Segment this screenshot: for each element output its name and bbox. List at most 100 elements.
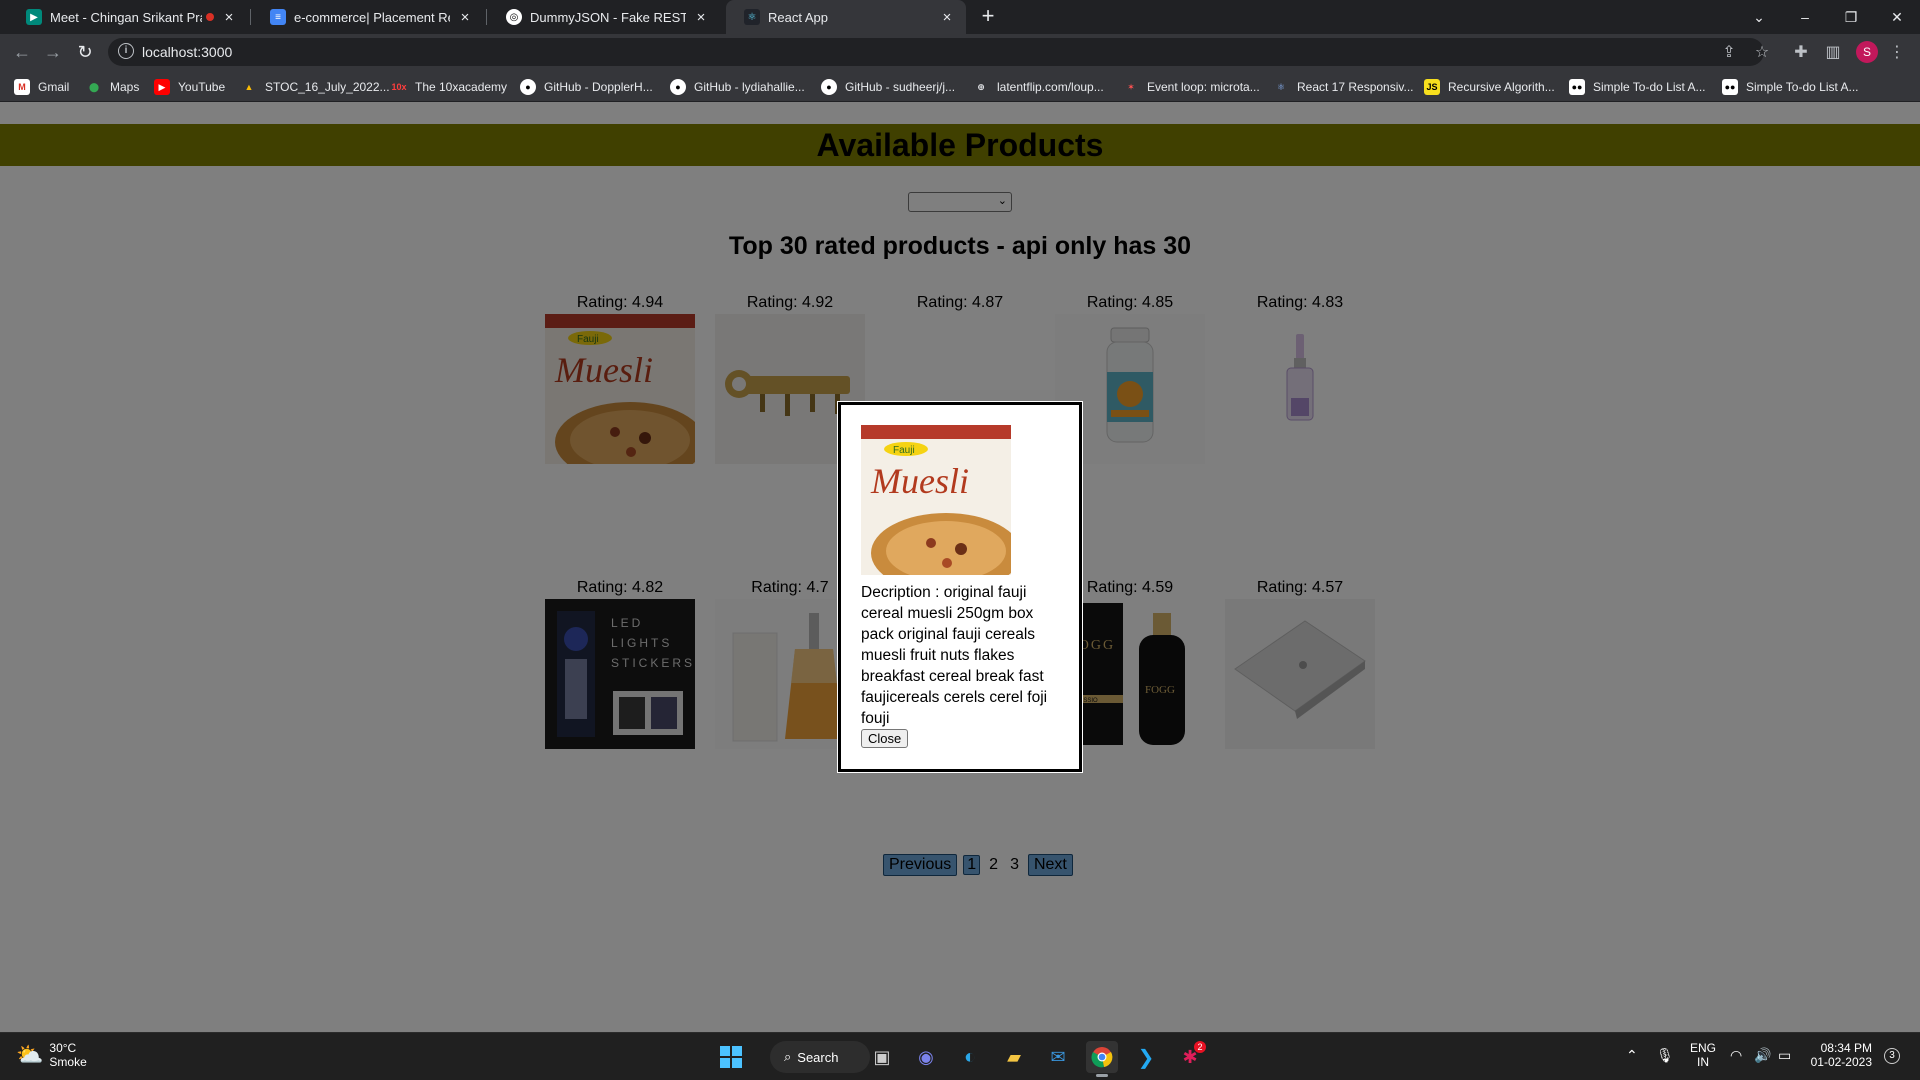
clock[interactable]: 08:34 PM 01-02-2023 [1810, 1041, 1872, 1069]
drive-icon: ▲ [244, 82, 254, 92]
windows-taskbar: ⛅ 30°C Smoke ⌕ Search ▣ ◉ ◐ ▰ ✉ ❯ ✱ 2 ⌃ … [0, 1032, 1920, 1080]
weather-cloud-icon: ⛅ [16, 1042, 44, 1067]
windows-start-icon[interactable] [715, 1041, 747, 1073]
reload-button[interactable]: ↻ [73, 40, 97, 64]
bookmark-label: Recursive Algorith... [1448, 80, 1555, 94]
battery-icon[interactable]: ▭ [1778, 1047, 1791, 1064]
modal-backdrop[interactable]: Fauji Muesli Decription : original fauji… [0, 102, 1920, 1032]
bookmark-latentflip[interactable]: ⊕ latentflip.com/loup... [973, 78, 1104, 96]
side-panel-icon[interactable]: ▥ [1821, 40, 1845, 64]
chrome-icon[interactable] [1086, 1041, 1118, 1077]
medium-icon: ●● [1569, 79, 1585, 95]
tab-dummyjson[interactable]: ◎ DummyJSON - Fake REST API of JSON data… [488, 0, 720, 34]
bookmark-10xacademy[interactable]: 10x The 10xacademy [391, 78, 507, 96]
github-icon: ● [821, 79, 837, 95]
bookmark-todo-2[interactable]: ●● Simple To-do List A... [1722, 78, 1859, 96]
bookmark-label: Event loop: microta... [1147, 80, 1260, 94]
dummyjson-icon: ◎ [506, 9, 522, 25]
product-detail-modal: Fauji Muesli Decription : original fauji… [837, 401, 1083, 773]
site-info-icon[interactable]: i [118, 43, 134, 59]
github-icon: ● [670, 79, 686, 95]
bookmark-star-icon[interactable]: ☆ [1750, 40, 1774, 64]
bookmark-github-lydia[interactable]: ● GitHub - lydiahallie... [670, 78, 805, 96]
window-close-button[interactable]: ✕ [1874, 0, 1920, 34]
bookmark-gmail[interactable]: M Gmail [14, 78, 69, 96]
close-icon[interactable]: × [692, 8, 710, 26]
bookmark-react17[interactable]: ⚛ React 17 Responsiv... [1273, 78, 1414, 96]
language-indicator[interactable]: ENG IN [1690, 1041, 1716, 1069]
google-meet-icon: ▶ [26, 9, 42, 25]
bookmark-youtube[interactable]: ▶ YouTube [154, 78, 225, 96]
share-icon[interactable]: ⇪ [1717, 40, 1741, 64]
task-view-icon[interactable]: ▣ [866, 1041, 898, 1073]
close-icon[interactable]: × [938, 8, 956, 26]
bookmark-label: Maps [110, 80, 140, 94]
search-icon: ⌕ [784, 1049, 792, 1064]
tab-title: React App [768, 9, 828, 25]
profile-avatar[interactable]: S [1856, 41, 1878, 63]
bookmark-label: latentflip.com/loup... [997, 80, 1104, 94]
bookmark-label: STOC_16_July_2022... [265, 80, 390, 94]
bookmarks-bar: M Gmail ⬤ Maps ▶ YouTube ▲ STOC_16_July_2022… [0, 70, 1920, 102]
slack-icon[interactable]: ✱ 2 [1174, 1041, 1206, 1073]
modal-product-image: Fauji Muesli [861, 425, 1011, 575]
tab-meet[interactable]: ▶ Meet - Chingan Srikant Prakash × [8, 0, 248, 34]
extensions-icon[interactable]: ✚ [1789, 40, 1813, 64]
notification-center[interactable]: 3 [1884, 1048, 1900, 1064]
tab-react-app[interactable]: ⚛ React App × [726, 0, 966, 34]
weather-condition: Smoke [49, 1055, 87, 1069]
bookmark-label: GitHub - lydiahallie... [694, 80, 805, 94]
bookmark-recursive[interactable]: JS Recursive Algorith... [1424, 78, 1555, 96]
restore-button[interactable]: ❐ [1828, 0, 1874, 34]
bookmark-stoc[interactable]: ▲ STOC_16_July_2022... [241, 78, 390, 96]
file-explorer-icon[interactable]: ▰ [998, 1041, 1030, 1073]
weather-widget[interactable]: ⛅ 30°C Smoke [16, 1041, 87, 1069]
tab-search-button[interactable]: ⌄ [1736, 0, 1782, 34]
bookmark-label: React 17 Responsiv... [1297, 80, 1414, 94]
tab-separator [250, 9, 251, 25]
menu-icon[interactable]: ⋮ [1885, 40, 1909, 64]
wifi-icon[interactable]: ◠ [1730, 1047, 1742, 1064]
url-text: localhost:3000 [142, 44, 233, 60]
bookmark-event-loop[interactable]: ✶ Event loop: microta... [1123, 78, 1260, 96]
close-icon[interactable]: × [456, 8, 474, 26]
tab-title: Meet - Chingan Srikant Prakash [50, 9, 202, 25]
taskbar-search[interactable]: ⌕ Search [770, 1041, 870, 1073]
mail-icon[interactable]: ✉ [1042, 1041, 1074, 1073]
vscode-icon[interactable]: ❯ [1130, 1041, 1162, 1073]
bookmark-label: The 10xacademy [415, 80, 508, 94]
bookmark-todo-1[interactable]: ●● Simple To-do List A... [1569, 78, 1706, 96]
event-loop-icon: ✶ [1127, 81, 1135, 92]
notification-badge: 2 [1194, 1041, 1206, 1053]
browser-tab-strip: ▶ Meet - Chingan Srikant Prakash × ≡ e-c… [0, 0, 1920, 34]
globe-icon: ⊕ [977, 81, 985, 92]
react-icon: ⚛ [744, 9, 760, 25]
new-tab-button[interactable]: + [976, 5, 1000, 29]
bookmark-label: Simple To-do List A... [1593, 80, 1706, 94]
google-docs-icon: ≡ [270, 9, 286, 25]
close-icon[interactable]: × [220, 8, 238, 26]
js-icon: JS [1424, 79, 1440, 95]
bookmark-label: GitHub - DopplerH... [544, 80, 653, 94]
bookmark-label: Simple To-do List A... [1746, 80, 1859, 94]
teams-chat-icon[interactable]: ◉ [910, 1041, 942, 1073]
minimize-button[interactable]: – [1782, 0, 1828, 34]
address-bar[interactable]: i localhost:3000 [108, 38, 1764, 66]
region-code: IN [1697, 1055, 1709, 1069]
bookmark-maps[interactable]: ⬤ Maps [86, 78, 139, 96]
chevron-up-icon[interactable]: ⌃ [1626, 1047, 1638, 1064]
close-button[interactable]: Close [861, 729, 909, 748]
tab-separator [486, 9, 487, 25]
back-button[interactable]: ← [10, 40, 34, 64]
tab-docs[interactable]: ≡ e-commerce| Placement Readiness × [252, 0, 484, 34]
forward-button[interactable]: → [41, 40, 65, 64]
github-icon: ● [520, 79, 536, 95]
search-label: Search [797, 1049, 839, 1065]
bookmark-github-sudheer[interactable]: ● GitHub - sudheerj/j... [821, 78, 955, 96]
edge-icon[interactable]: ◐ [954, 1041, 986, 1073]
10x-icon: 10x [391, 82, 407, 92]
bookmark-github-doppler[interactable]: ● GitHub - DopplerH... [520, 78, 653, 96]
bookmark-label: Gmail [38, 80, 70, 94]
microphone-icon[interactable]: 🎙 [1656, 1047, 1674, 1064]
volume-icon[interactable]: 🔊 [1754, 1047, 1771, 1064]
